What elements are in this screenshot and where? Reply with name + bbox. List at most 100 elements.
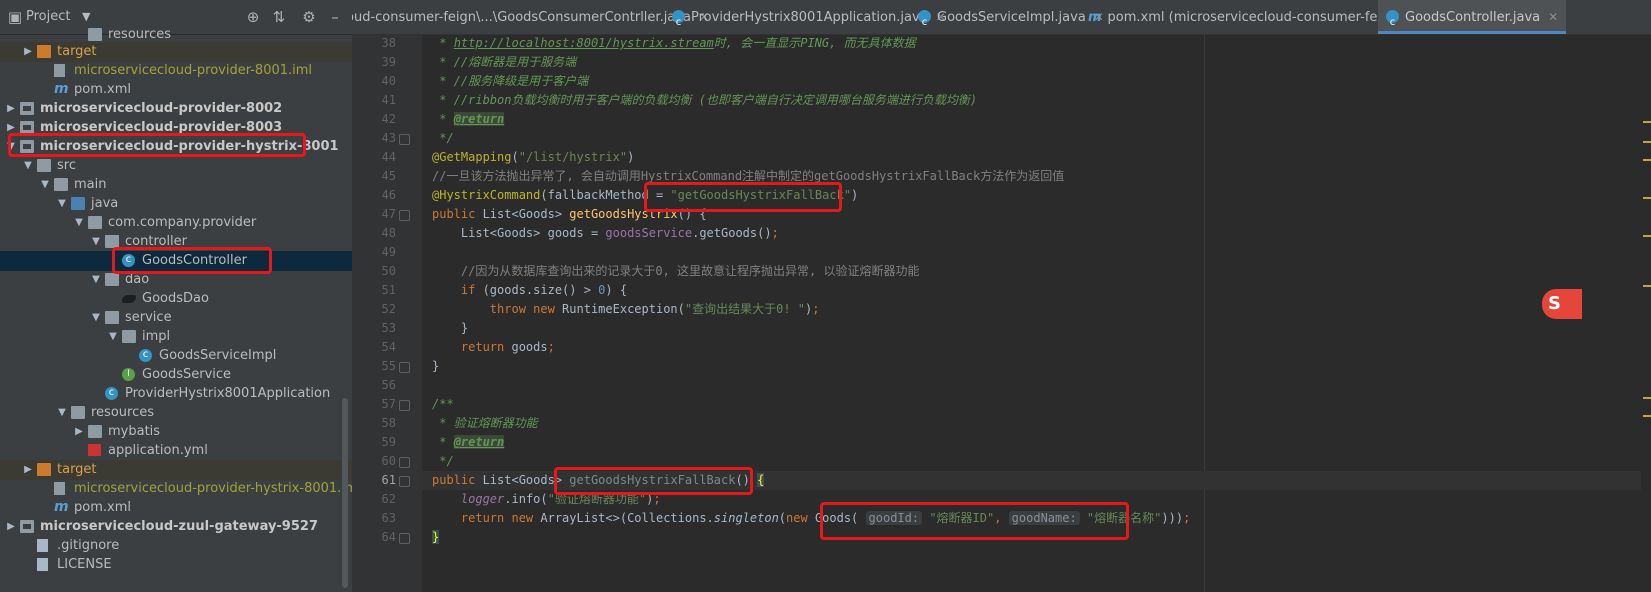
- tree-item[interactable]: GoodsController: [0, 250, 352, 271]
- fold-marker-icon[interactable]: [399, 400, 410, 411]
- chevron-right-icon[interactable]: ▶: [4, 118, 18, 138]
- code-line[interactable]: [422, 376, 1651, 395]
- chevron-down-icon[interactable]: ▼: [106, 327, 120, 347]
- globe-target-icon[interactable]: ⊕: [244, 8, 262, 26]
- project-scrollbar[interactable]: [342, 398, 348, 588]
- code-line[interactable]: * //ribbon负载均衡时用于客户端的负载均衡 (也即客户端自行决定调用哪台…: [422, 91, 1651, 110]
- chevron-down-icon[interactable]: ▼: [89, 270, 103, 290]
- tree-item[interactable]: ▼ java: [0, 194, 352, 214]
- code-line[interactable]: logger.info("验证熔断器功能");: [422, 490, 1651, 509]
- error-stripe[interactable]: [1641, 35, 1651, 592]
- code-line[interactable]: * http://localhost:8001/hystrix.stream时,…: [422, 35, 1651, 53]
- chevron-right-icon[interactable]: ▶: [21, 460, 35, 480]
- tab-goodsconsumercontrller[interactable]: oud-consumer-feign\...\GoodsConsumerCont…: [352, 0, 709, 34]
- project-view-icon: ▣: [7, 8, 23, 26]
- tree-item[interactable]: application.yml: [0, 441, 352, 461]
- tree-item[interactable]: microservicecloud-provider-hystrix-8001.…: [0, 479, 352, 499]
- tree-item[interactable]: ▼ main: [0, 175, 352, 195]
- close-icon[interactable]: ✕: [1548, 10, 1558, 24]
- gear-icon[interactable]: ⚙: [300, 8, 318, 26]
- tree-item[interactable]: ▶ microservicecloud-zuul-gateway-9527: [0, 517, 352, 537]
- code-line[interactable]: * @return: [422, 433, 1651, 452]
- tree-item[interactable]: ▶ mybatis: [0, 422, 352, 442]
- tree-item[interactable]: GoodsServiceImpl: [0, 345, 352, 366]
- code-line[interactable]: public List<Goods> getGoodsHystrix() {: [422, 205, 1651, 224]
- fold-marker-icon[interactable]: [399, 362, 410, 373]
- chevron-down-icon[interactable]: ▼: [55, 194, 69, 214]
- tree-item[interactable]: LICENSE: [0, 555, 352, 575]
- tree-item[interactable]: ▼ dao: [0, 270, 352, 290]
- fold-marker-icon[interactable]: [399, 476, 410, 487]
- chevron-down-icon[interactable]: ▼: [4, 137, 18, 157]
- chevron-down-icon[interactable]: ▼: [89, 308, 103, 328]
- tree-item[interactable]: ProviderHystrix8001Application: [0, 383, 352, 404]
- code-line[interactable]: return new ArrayList<>(Collections.singl…: [422, 509, 1651, 528]
- tree-item[interactable]: ▶ target: [0, 460, 352, 480]
- tree-item[interactable]: ▶ microservicecloud-provider-8003: [0, 118, 352, 138]
- sogou-ime-icon[interactable]: S: [1542, 289, 1582, 319]
- tab-pom-consumer-feign[interactable]: m pom.xml (microservicecloud-consumer-fei…: [1088, 0, 1421, 34]
- code-line[interactable]: [422, 243, 1651, 262]
- code-line[interactable]: //一旦该方法抛出异常了, 会自动调用HystrixCommand注解中制定的g…: [422, 167, 1651, 186]
- chevron-right-icon[interactable]: ▶: [21, 42, 35, 62]
- chevron-right-icon[interactable]: ▶: [72, 422, 86, 442]
- chevron-down-icon[interactable]: ▼: [21, 156, 35, 176]
- tree-item[interactable]: ▶ microservicecloud-provider-8002: [0, 99, 352, 119]
- code-line[interactable]: return goods;: [422, 338, 1651, 357]
- code-editor[interactable]: 38 39 40 41 42 43 44 45 46 47 48 49 50 51 52 53 54 55 56 57…: [352, 35, 1651, 592]
- code-line[interactable]: //因为从数据库查询出来的记录大于0, 这里故意让程序抛出异常, 以验证熔断器功…: [422, 262, 1651, 281]
- tree-item-label: resources: [91, 405, 155, 420]
- tree-item[interactable]: ▼ impl: [0, 327, 352, 347]
- tree-item[interactable]: ▼ resources: [0, 403, 352, 423]
- code-line[interactable]: if (goods.size() > 0) {: [422, 281, 1651, 300]
- project-view-title[interactable]: Project: [26, 8, 70, 26]
- fold-marker-icon[interactable]: [399, 533, 410, 544]
- chevron-right-icon[interactable]: ▶: [4, 99, 18, 119]
- code-line[interactable]: public List<Goods> getGoodsHystrixFallBa…: [422, 471, 1651, 490]
- code-line[interactable]: * //服务降级是用于客户端: [422, 72, 1651, 91]
- code-line[interactable]: */: [422, 452, 1651, 471]
- tree-item[interactable]: ▼ controller: [0, 232, 352, 252]
- tree-item[interactable]: m pom.xml: [0, 80, 352, 100]
- tab-providerhystrix8001application[interactable]: ProviderHystrix8001Application.java✕: [672, 0, 946, 34]
- line-number: 53: [381, 321, 396, 335]
- chevron-right-icon[interactable]: ▶: [4, 517, 18, 537]
- tree-item[interactable]: ▼ com.company.provider: [0, 213, 352, 233]
- code-line[interactable]: @GetMapping("/list/hystrix"): [422, 148, 1651, 167]
- tree-item[interactable]: ▶ target: [0, 42, 352, 62]
- code-line[interactable]: * //熔断器是用于服务端: [422, 53, 1651, 72]
- code-line[interactable]: throw new RuntimeException("查询出结果大于0! ")…: [422, 300, 1651, 319]
- tree-item[interactable]: ▼ src: [0, 156, 352, 176]
- chevron-down-icon[interactable]: ▼: [89, 232, 103, 252]
- code-line-content: }: [432, 357, 439, 376]
- tree-item[interactable]: GoodsService: [0, 364, 352, 385]
- code-line[interactable]: * 验证熔断器功能: [422, 414, 1651, 433]
- tab-goodsserviceimpl[interactable]: GoodsServiceImpl.java✕: [918, 0, 1104, 34]
- code-line[interactable]: }: [422, 357, 1651, 376]
- chevron-down-icon[interactable]: ▼: [55, 403, 69, 423]
- tree-item[interactable]: m pom.xml: [0, 498, 352, 518]
- fold-marker-icon[interactable]: [399, 210, 410, 221]
- tree-item[interactable]: .gitignore: [0, 536, 352, 556]
- hide-icon[interactable]: –: [326, 8, 344, 26]
- code-line[interactable]: * @return: [422, 110, 1651, 129]
- code-line[interactable]: List<Goods> goods = goodsService.getGood…: [422, 224, 1651, 243]
- code-token: new: [786, 511, 815, 525]
- collapse-all-icon[interactable]: ⇅: [270, 8, 288, 26]
- chevron-down-icon[interactable]: ▼: [82, 8, 90, 26]
- code-line[interactable]: */: [422, 129, 1651, 148]
- chevron-down-icon[interactable]: ▼: [72, 213, 86, 233]
- fold-marker-icon[interactable]: [399, 134, 410, 145]
- tree-item[interactable]: ▼ service: [0, 308, 352, 328]
- tree-item[interactable]: ▼ microservicecloud-provider-hystrix-8001: [0, 137, 352, 157]
- code-line[interactable]: }: [422, 528, 1651, 547]
- code-line[interactable]: @HystrixCommand(fallbackMethod = "getGoo…: [422, 186, 1651, 205]
- tree-item[interactable]: microservicecloud-provider-8001.iml: [0, 61, 352, 81]
- chevron-down-icon[interactable]: ▼: [38, 175, 52, 195]
- code-line[interactable]: }: [422, 319, 1651, 338]
- tree-item[interactable]: GoodsDao: [0, 289, 352, 309]
- warning-mark: [1643, 415, 1651, 417]
- code-line[interactable]: /**: [422, 395, 1651, 414]
- tab-goodscontroller[interactable]: GoodsController.java ✕: [1378, 0, 1567, 34]
- fold-marker-icon[interactable]: [399, 457, 410, 468]
